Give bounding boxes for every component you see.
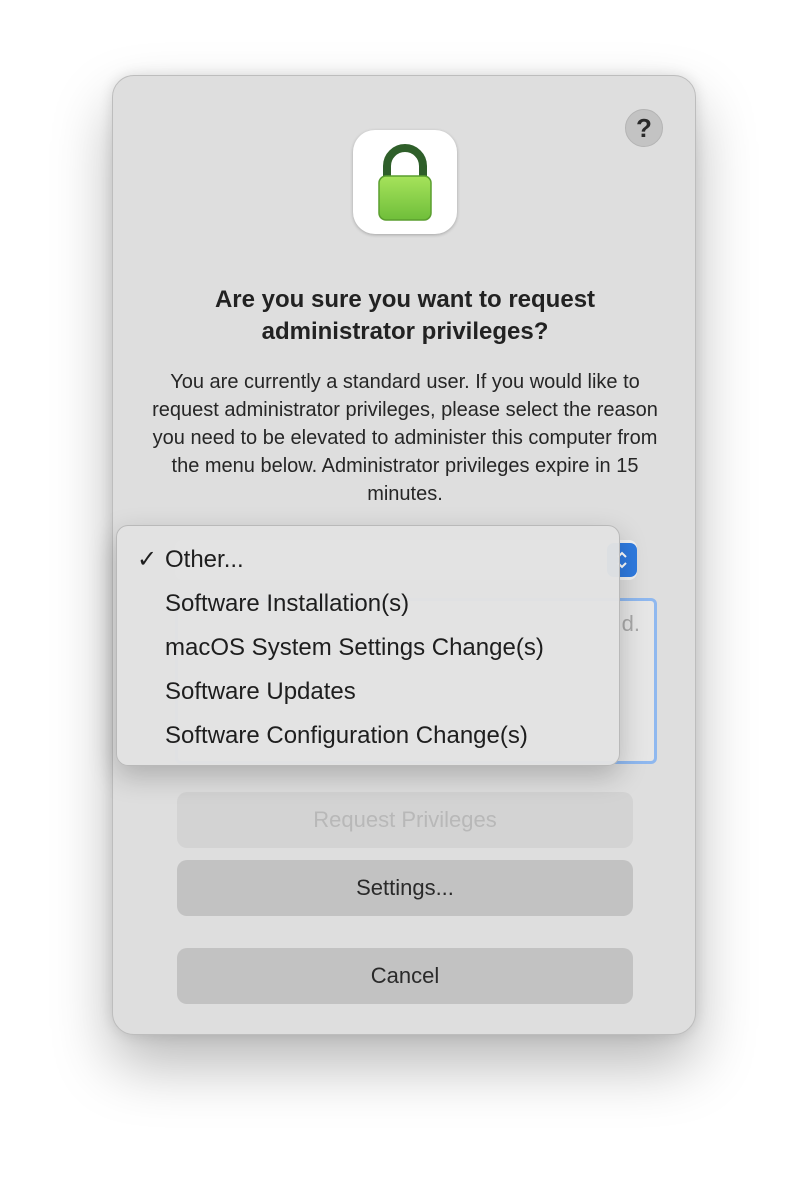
reason-dropdown-menu: ✓ Other... Software Installation(s) macO… <box>116 525 620 766</box>
request-privileges-button[interactable]: Request Privileges <box>177 792 633 848</box>
dialog-title: Are you sure you want to request adminis… <box>214 286 596 345</box>
lock-glyph <box>378 144 432 221</box>
settings-label: Settings... <box>356 875 454 900</box>
cancel-label: Cancel <box>370 963 440 988</box>
checkmark-icon: ✓ <box>137 546 158 573</box>
help-label: ? <box>636 112 652 143</box>
cancel-button[interactable]: Cancel <box>177 948 633 1004</box>
menu-item-label: macOS System Settings Change(s) <box>165 634 544 661</box>
request-privileges-label: Request Privileges <box>313 807 497 832</box>
menu-item-label: Software Installation(s) <box>165 590 410 617</box>
menu-item-software-configuration-change[interactable]: Software Configuration Change(s) <box>117 714 619 758</box>
menu-item-label: Software Configuration Change(s) <box>165 722 528 749</box>
settings-button[interactable]: Settings... <box>177 860 633 916</box>
menu-item-software-installation[interactable]: Software Installation(s) <box>117 582 619 626</box>
screen: ? Are you sure you want to request admin… <box>0 0 808 1184</box>
reason-placeholder: d. <box>621 611 640 636</box>
menu-item-label: Software Updates <box>165 678 356 705</box>
menu-item-software-updates[interactable]: Software Updates <box>117 670 619 714</box>
dialog-message: You are currently a standard user. If yo… <box>152 371 658 505</box>
lock-icon <box>353 130 457 234</box>
menu-item-macos-settings-change[interactable]: macOS System Settings Change(s) <box>117 626 619 670</box>
help-button[interactable]: ? <box>625 109 663 147</box>
menu-item-other[interactable]: ✓ Other... <box>117 538 619 582</box>
menu-item-label: Other... <box>165 546 244 573</box>
